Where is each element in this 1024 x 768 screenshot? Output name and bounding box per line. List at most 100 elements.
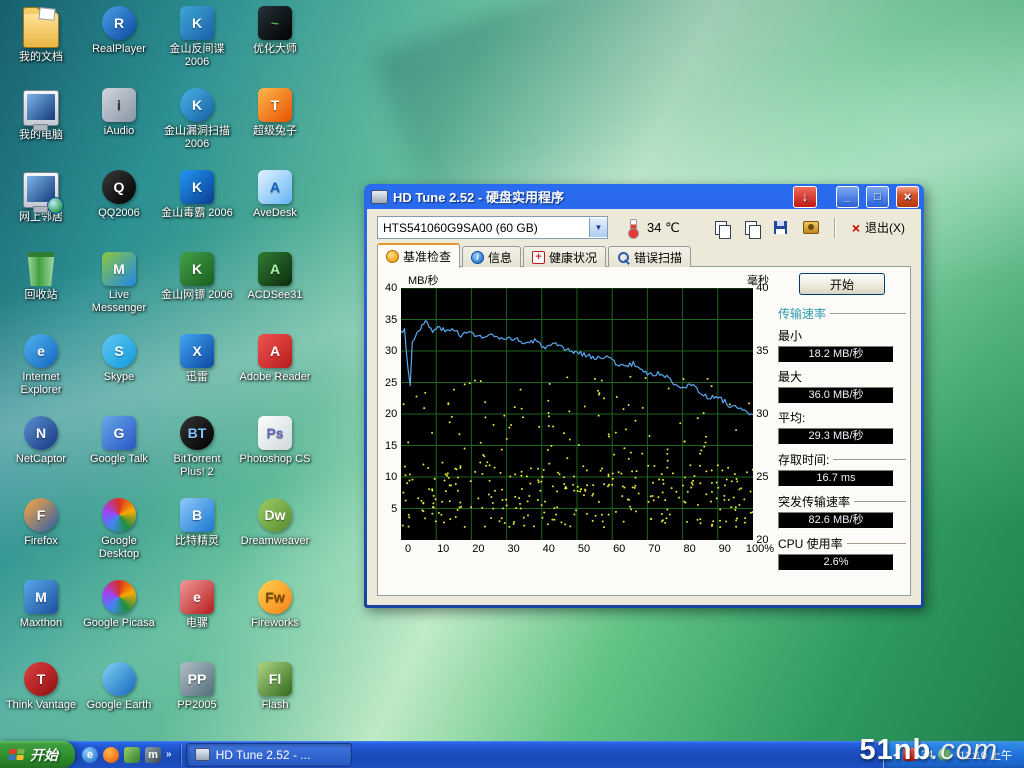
desktop-icon-thinkvantage[interactable]: TThink Vantage xyxy=(2,658,80,740)
desktop-icon-kingsoft-scan[interactable]: K金山漏洞扫描 2006 xyxy=(158,84,236,166)
desktop-icon-dreamweaver[interactable]: DwDreamweaver xyxy=(236,494,314,576)
desktop-icon-fireworks[interactable]: FwFireworks xyxy=(236,576,314,658)
red-arrow-button[interactable]: ↓ xyxy=(793,186,817,208)
desktop-icon-xunlei[interactable]: X迅雷 xyxy=(158,330,236,412)
quick-launch-messenger-icon[interactable] xyxy=(124,747,140,763)
desktop-icon-label: Live Messenger xyxy=(82,289,156,314)
desktop-icon-live-messenger[interactable]: MLive Messenger xyxy=(80,248,158,330)
my-documents-icon xyxy=(23,12,59,48)
desktop-icon-super-rabbit[interactable]: T超级兔子 xyxy=(236,84,314,166)
avg-label: 平均: xyxy=(778,409,906,426)
desktop-icon-qq2006[interactable]: QQQ2006 xyxy=(80,166,158,248)
avedesk-icon: A xyxy=(258,170,292,204)
desktop-icon-adobe-reader[interactable]: AAdobe Reader xyxy=(236,330,314,412)
desktop-icon-label: Fireworks xyxy=(251,617,299,630)
maximize-button[interactable]: □ xyxy=(866,186,889,208)
maxthon-icon: M xyxy=(24,580,58,614)
desktop-icon-photoshop-cs[interactable]: PsPhotoshop CS xyxy=(236,412,314,494)
desktop-icon-internet-explorer[interactable]: eInternet Explorer xyxy=(2,330,80,412)
desktop-icon-kingsoft-duba[interactable]: K金山毒霸 2006 xyxy=(158,166,236,248)
desktop-icon-label: Internet Explorer xyxy=(4,371,78,396)
toolbar-separator xyxy=(834,218,835,238)
desktop-icon-wopti[interactable]: ~优化大师 xyxy=(236,2,314,84)
tab-error-scan[interactable]: 错误扫描 xyxy=(608,246,691,267)
quick-launch-media-icon[interactable] xyxy=(103,747,119,763)
desktop-icon-iaudio[interactable]: iiAudio xyxy=(80,84,158,166)
desktop-icon-emule[interactable]: e电骡 xyxy=(158,576,236,658)
burst-rate-value: 82.6 MB/秒 xyxy=(778,512,894,529)
desktop-icon-netcaptor[interactable]: NNetCaptor xyxy=(2,412,80,494)
copy-text-button[interactable] xyxy=(709,217,733,239)
desktop-icon-google-picasa[interactable]: Google Picasa xyxy=(80,576,158,658)
flash-icon: Fl xyxy=(258,662,292,696)
right-tick: 40 xyxy=(756,282,768,294)
left-tick: 35 xyxy=(385,314,397,326)
x-tick: 50 xyxy=(578,543,590,555)
burst-rate-label: 突发传输速率 xyxy=(778,493,850,510)
desktop-icon-my-documents[interactable]: 我的文档 xyxy=(2,2,80,84)
desktop-icon-label: 迅雷 xyxy=(186,371,208,384)
tab-benchmark[interactable]: 基准检查 xyxy=(377,243,460,268)
quick-launch-browser-icon[interactable]: e xyxy=(82,747,98,763)
desktop-icon-firefox[interactable]: FFirefox xyxy=(2,494,80,576)
thinkvantage-icon: T xyxy=(24,662,58,696)
save-screenshot-button[interactable] xyxy=(769,217,793,239)
capture-button[interactable] xyxy=(799,217,823,239)
desktop-icon-label: AveDesk xyxy=(253,207,297,220)
google-earth-icon xyxy=(102,662,136,696)
desktop-icon-bittorrent-plus[interactable]: BTBitTorrent Plus! 2 xyxy=(158,412,236,494)
desktop-icon-google-talk[interactable]: GGoogle Talk xyxy=(80,412,158,494)
tab-info[interactable]: i 信息 xyxy=(462,246,521,267)
desktop-icon-network-places[interactable]: 网上邻居 xyxy=(2,166,80,248)
camera-icon xyxy=(803,221,819,234)
desktop: 我的文档我的电脑网上邻居回收站eInternet ExplorerNNetCap… xyxy=(0,0,1024,768)
desktop-icon-flash[interactable]: FlFlash xyxy=(236,658,314,740)
x-tick: 0 xyxy=(405,543,411,555)
desktop-icon-skype[interactable]: SSkype xyxy=(80,330,158,412)
desktop-icon-avedesk[interactable]: A AveDesk xyxy=(236,166,314,248)
start-label: 开始 xyxy=(30,745,58,765)
kingsoft-antispy-icon: K xyxy=(180,6,214,40)
desktop-icon-bitspirit[interactable]: B比特精灵 xyxy=(158,494,236,576)
drive-select[interactable]: HTS541060G9SA00 (60 GB) ▼ xyxy=(377,216,608,239)
titlebar[interactable]: HD Tune 2.52 - 硬盘实用程序 ↓ _ □ × xyxy=(367,184,921,209)
desktop-icon-pp2005[interactable]: PPPP2005 xyxy=(158,658,236,740)
tab-error-scan-label: 错误扫描 xyxy=(634,249,682,266)
desktop-icon-acdsee31[interactable]: AACDSee31 xyxy=(236,248,314,330)
desktop-icon-maxthon[interactable]: M Maxthon xyxy=(2,576,80,658)
copy-screenshot-button[interactable] xyxy=(739,217,763,239)
desktop-icon-label: NetCaptor xyxy=(16,453,66,466)
desktop-icon-my-computer[interactable]: 我的电脑 xyxy=(2,84,80,166)
desktop-icon-label: Maxthon xyxy=(20,617,62,630)
stats-panel: 开始 传输速率 最小 18.2 MB/秒 最大 36.0 MB/秒 平均: 29… xyxy=(771,272,906,591)
combo-dropdown-button[interactable]: ▼ xyxy=(589,218,607,237)
quick-launch-mail-icon[interactable]: m xyxy=(145,747,161,763)
tab-bar: 基准检查 i 信息 + 健康状况 错误扫描 xyxy=(367,244,921,267)
desktop-icon-label: BitTorrent Plus! 2 xyxy=(160,453,234,478)
desktop-icon-google-desktop[interactable]: Google Desktop xyxy=(80,494,158,576)
start-benchmark-button[interactable]: 开始 xyxy=(799,273,885,295)
taskbar-task-hdtune[interactable]: HD Tune 2.52 - ... xyxy=(186,743,352,767)
min-value: 18.2 MB/秒 xyxy=(778,346,894,363)
window-title: HD Tune 2.52 - 硬盘实用程序 xyxy=(393,187,788,206)
desktop-icon-kingsoft-netguard[interactable]: K金山网镖 2006 xyxy=(158,248,236,330)
minimize-button[interactable]: _ xyxy=(836,186,859,208)
x-tick: 90 xyxy=(719,543,731,555)
x-tick: 60 xyxy=(613,543,625,555)
desktop-icon-realplayer[interactable]: RRealPlayer xyxy=(80,2,158,84)
desktop-icon-label: 比特精灵 xyxy=(175,535,219,548)
benchmark-page: MB/秒 毫秒 403530252015105 4035302520 01020… xyxy=(377,266,911,596)
desktop-icon-label: Skype xyxy=(104,371,135,384)
desktop-icon-label: 金山漏洞扫描 2006 xyxy=(160,125,234,150)
left-tick: 15 xyxy=(385,440,397,452)
exit-button[interactable]: × 退出(X) xyxy=(846,217,911,238)
task-button-label: HD Tune 2.52 - ... xyxy=(216,748,311,762)
save-icon xyxy=(774,221,787,234)
desktop-icon-kingsoft-antispy[interactable]: K金山反间谍 2006 xyxy=(158,2,236,84)
tab-health[interactable]: + 健康状况 xyxy=(523,246,606,267)
desktop-icon-recycle-bin[interactable]: 回收站 xyxy=(2,248,80,330)
desktop-icon-google-earth[interactable]: Google Earth xyxy=(80,658,158,740)
quick-launch-chevron-icon[interactable]: » xyxy=(166,749,172,760)
close-button[interactable]: × xyxy=(896,186,919,208)
start-button[interactable]: 开始 xyxy=(0,741,75,768)
